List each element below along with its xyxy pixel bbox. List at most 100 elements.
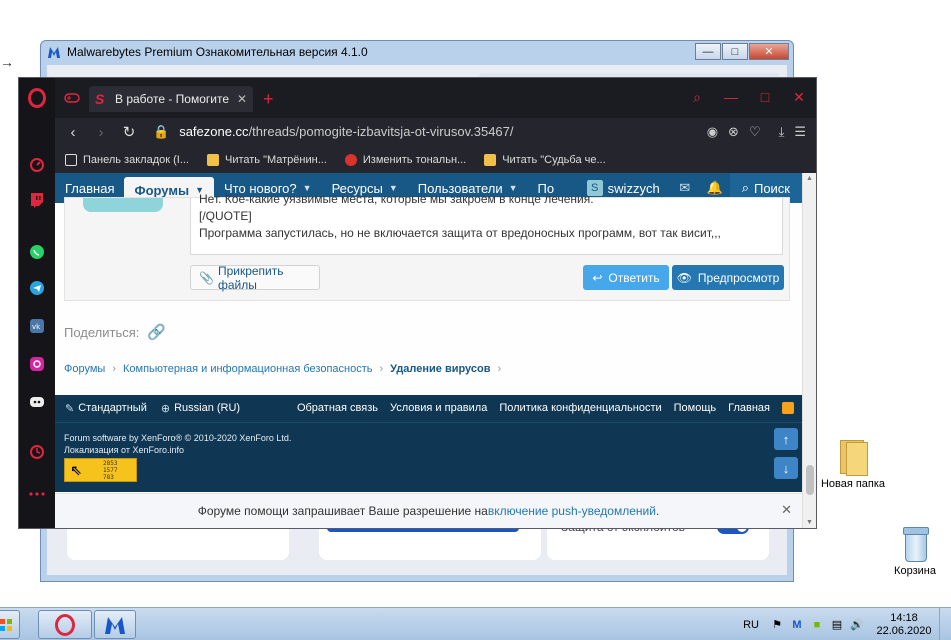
discord-button[interactable] — [25, 390, 49, 414]
bookmark-item[interactable]: Изменить тональн... — [344, 153, 466, 166]
footer-link-feedback[interactable]: Обратная связь — [297, 402, 378, 414]
start-button[interactable] — [0, 610, 20, 639]
footer-link-home[interactable]: Главная — [728, 402, 770, 414]
twitch-icon — [31, 193, 43, 208]
bookmarks-bar: Панель закладок (I... Читать "Матрёнин..… — [55, 146, 816, 173]
gamepad-icon[interactable] — [61, 92, 83, 106]
opera-close-button[interactable]: ✕ — [782, 86, 816, 108]
url-path: /threads/pomogite-izbavitsja-ot-virusov.… — [248, 124, 514, 139]
url-field[interactable]: 🔒 safezone.cc/threads/pomogite-izbavitsja… — [153, 124, 514, 140]
vk-button[interactable]: vk — [25, 314, 49, 338]
show-desktop-button[interactable] — [939, 608, 951, 640]
opera-minimize-button[interactable]: — — [714, 86, 748, 108]
copyright-line[interactable]: Forum software by XenForo® © 2010-2020 X… — [64, 432, 291, 444]
breadcrumb-forums[interactable]: Форумы — [64, 363, 105, 375]
twitch-button[interactable] — [25, 188, 49, 212]
speed-dial-button[interactable] — [25, 152, 49, 176]
bookmark-item[interactable]: Читать "Матрёнин... — [206, 153, 327, 166]
footer-link-help[interactable]: Помощь — [674, 402, 717, 414]
new-tab-button[interactable]: + — [263, 89, 274, 110]
malwarebytes-close-button[interactable]: ✕ — [749, 43, 789, 60]
address-bar: ‹ › ↻ 🔒 safezone.cc/threads/pomogite-izba… — [55, 118, 816, 146]
style-chooser[interactable]: ✎ Стандартный — [65, 402, 147, 415]
vk-icon: vk — [30, 319, 44, 333]
telegram-button[interactable] — [25, 276, 49, 300]
windows-logo-icon — [0, 618, 12, 631]
book-icon — [484, 153, 497, 166]
clock-icon — [30, 445, 44, 459]
chevron-right-icon: › — [112, 363, 116, 375]
heart-icon[interactable]: ♡ — [749, 124, 761, 140]
bookmark-item[interactable]: Читать "Судьба че... — [484, 153, 606, 166]
scrollbar-thumb[interactable] — [806, 465, 814, 495]
reply-button[interactable]: ↩ Ответить — [583, 265, 669, 290]
desktop-folder[interactable]: Новая папка — [818, 438, 888, 490]
share-label: Поделиться: — [64, 324, 140, 340]
instagram-button[interactable] — [25, 352, 49, 376]
taskbar-opera[interactable] — [38, 610, 92, 639]
bookmark-item[interactable]: Панель закладок (I... — [65, 153, 189, 166]
arrow-up-left-icon: ⇖ — [70, 461, 82, 478]
attach-files-button[interactable]: 📎 Прикрепить файлы — [190, 263, 320, 292]
rss-icon[interactable] — [782, 402, 794, 414]
link-icon[interactable]: 🔗 — [147, 323, 166, 341]
localization-line[interactable]: Локализация от XenForo.info — [64, 444, 291, 456]
opera-sidebar: vk — [19, 78, 55, 528]
easy-setup-icon[interactable]: ☰ — [794, 124, 806, 140]
tab-search-button[interactable]: ⌕ — [680, 86, 714, 108]
tab-close-icon[interactable]: ✕ — [237, 92, 247, 106]
whatsapp-button[interactable] — [25, 240, 49, 264]
malwarebytes-maximize-button[interactable]: □ — [722, 43, 748, 60]
close-icon[interactable]: ✕ — [781, 502, 792, 518]
sidebar-more-button[interactable] — [25, 482, 49, 506]
malwarebytes-tray-icon[interactable]: M — [789, 618, 805, 632]
clock[interactable]: 14:18 22.06.2020 — [869, 612, 939, 638]
opera-maximize-button[interactable]: □ — [748, 86, 782, 108]
paperclip-icon: 📎 — [199, 270, 214, 285]
language-chooser[interactable]: ⊕ Russian (RU) — [161, 402, 240, 415]
attach-files-label: Прикрепить файлы — [217, 263, 284, 292]
message-editor[interactable]: Нет. Кое-какие уязвимые места, которые м… — [190, 192, 783, 255]
counter-value: 783 — [103, 473, 114, 481]
action-center-flag-icon[interactable]: ⚑ — [769, 618, 785, 632]
speedometer-icon — [30, 158, 44, 172]
forward-button[interactable]: › — [87, 124, 115, 141]
desktop: → Malwarebytes Premium Ознакомительная в… — [0, 0, 951, 607]
volume-icon[interactable]: 🔊 — [849, 618, 865, 632]
network-icon[interactable]: ▤ — [829, 618, 845, 632]
visit-counter[interactable]: ⇖ 2853 1577 783 — [64, 458, 137, 482]
preview-button[interactable]: 👁 Предпросмотр — [672, 265, 784, 290]
footer-link-privacy[interactable]: Политика конфиденциальности — [499, 402, 661, 414]
camera-icon[interactable]: ◉ — [707, 124, 718, 140]
desktop-recycle-bin[interactable]: Корзина — [880, 527, 950, 577]
nvidia-icon[interactable]: ■ — [809, 618, 825, 632]
tab-forum[interactable]: S В работе - Помогите изба ✕ — [89, 86, 253, 112]
recycle-bin-icon — [902, 527, 929, 562]
history-button[interactable] — [25, 440, 49, 464]
scroll-bottom-button[interactable]: ↓ — [774, 457, 798, 479]
malwarebytes-logo-icon — [105, 616, 125, 634]
push-enable-link[interactable]: включение push-уведомлений — [488, 504, 656, 518]
download-icon[interactable]: ⤓ — [779, 124, 785, 140]
folder-icon — [838, 438, 868, 476]
breadcrumb-current[interactable]: Удаление вирусов — [390, 363, 490, 375]
language-indicator[interactable]: RU — [743, 619, 759, 631]
breadcrumb-section[interactable]: Компьютерная и информационная безопаснос… — [123, 363, 373, 375]
malwarebytes-logo-icon — [48, 47, 60, 58]
footer-divider — [55, 422, 802, 423]
opera-window[interactable]: vk S В работе - Помогите ✕ + ⌕ — □ ✕ ‹ ›… — [18, 77, 817, 529]
scroll-down-arrow-icon[interactable]: ▼ — [806, 519, 813, 526]
taskbar-malwarebytes[interactable] — [94, 610, 136, 639]
footer-link-terms[interactable]: Условия и правила — [390, 402, 487, 414]
adblock-icon[interactable]: ⊗ — [728, 124, 739, 140]
page-footer: ✎ Стандартный ⊕ Russian (RU) Обратная связ… — [55, 395, 802, 492]
page-scrollbar[interactable]: ▲ ▼ — [802, 173, 816, 528]
malwarebytes-minimize-button[interactable]: — — [695, 43, 721, 60]
reload-button[interactable]: ↻ — [115, 123, 143, 141]
scroll-top-button[interactable]: ↑ — [774, 428, 798, 450]
back-button[interactable]: ‹ — [59, 124, 87, 141]
malwarebytes-titlebar[interactable]: Malwarebytes Premium Ознакомительная вер… — [41, 41, 793, 63]
scroll-up-arrow-icon[interactable]: ▲ — [806, 175, 813, 182]
opera-logo-icon — [55, 613, 75, 636]
opera-menu-button[interactable] — [25, 86, 49, 110]
